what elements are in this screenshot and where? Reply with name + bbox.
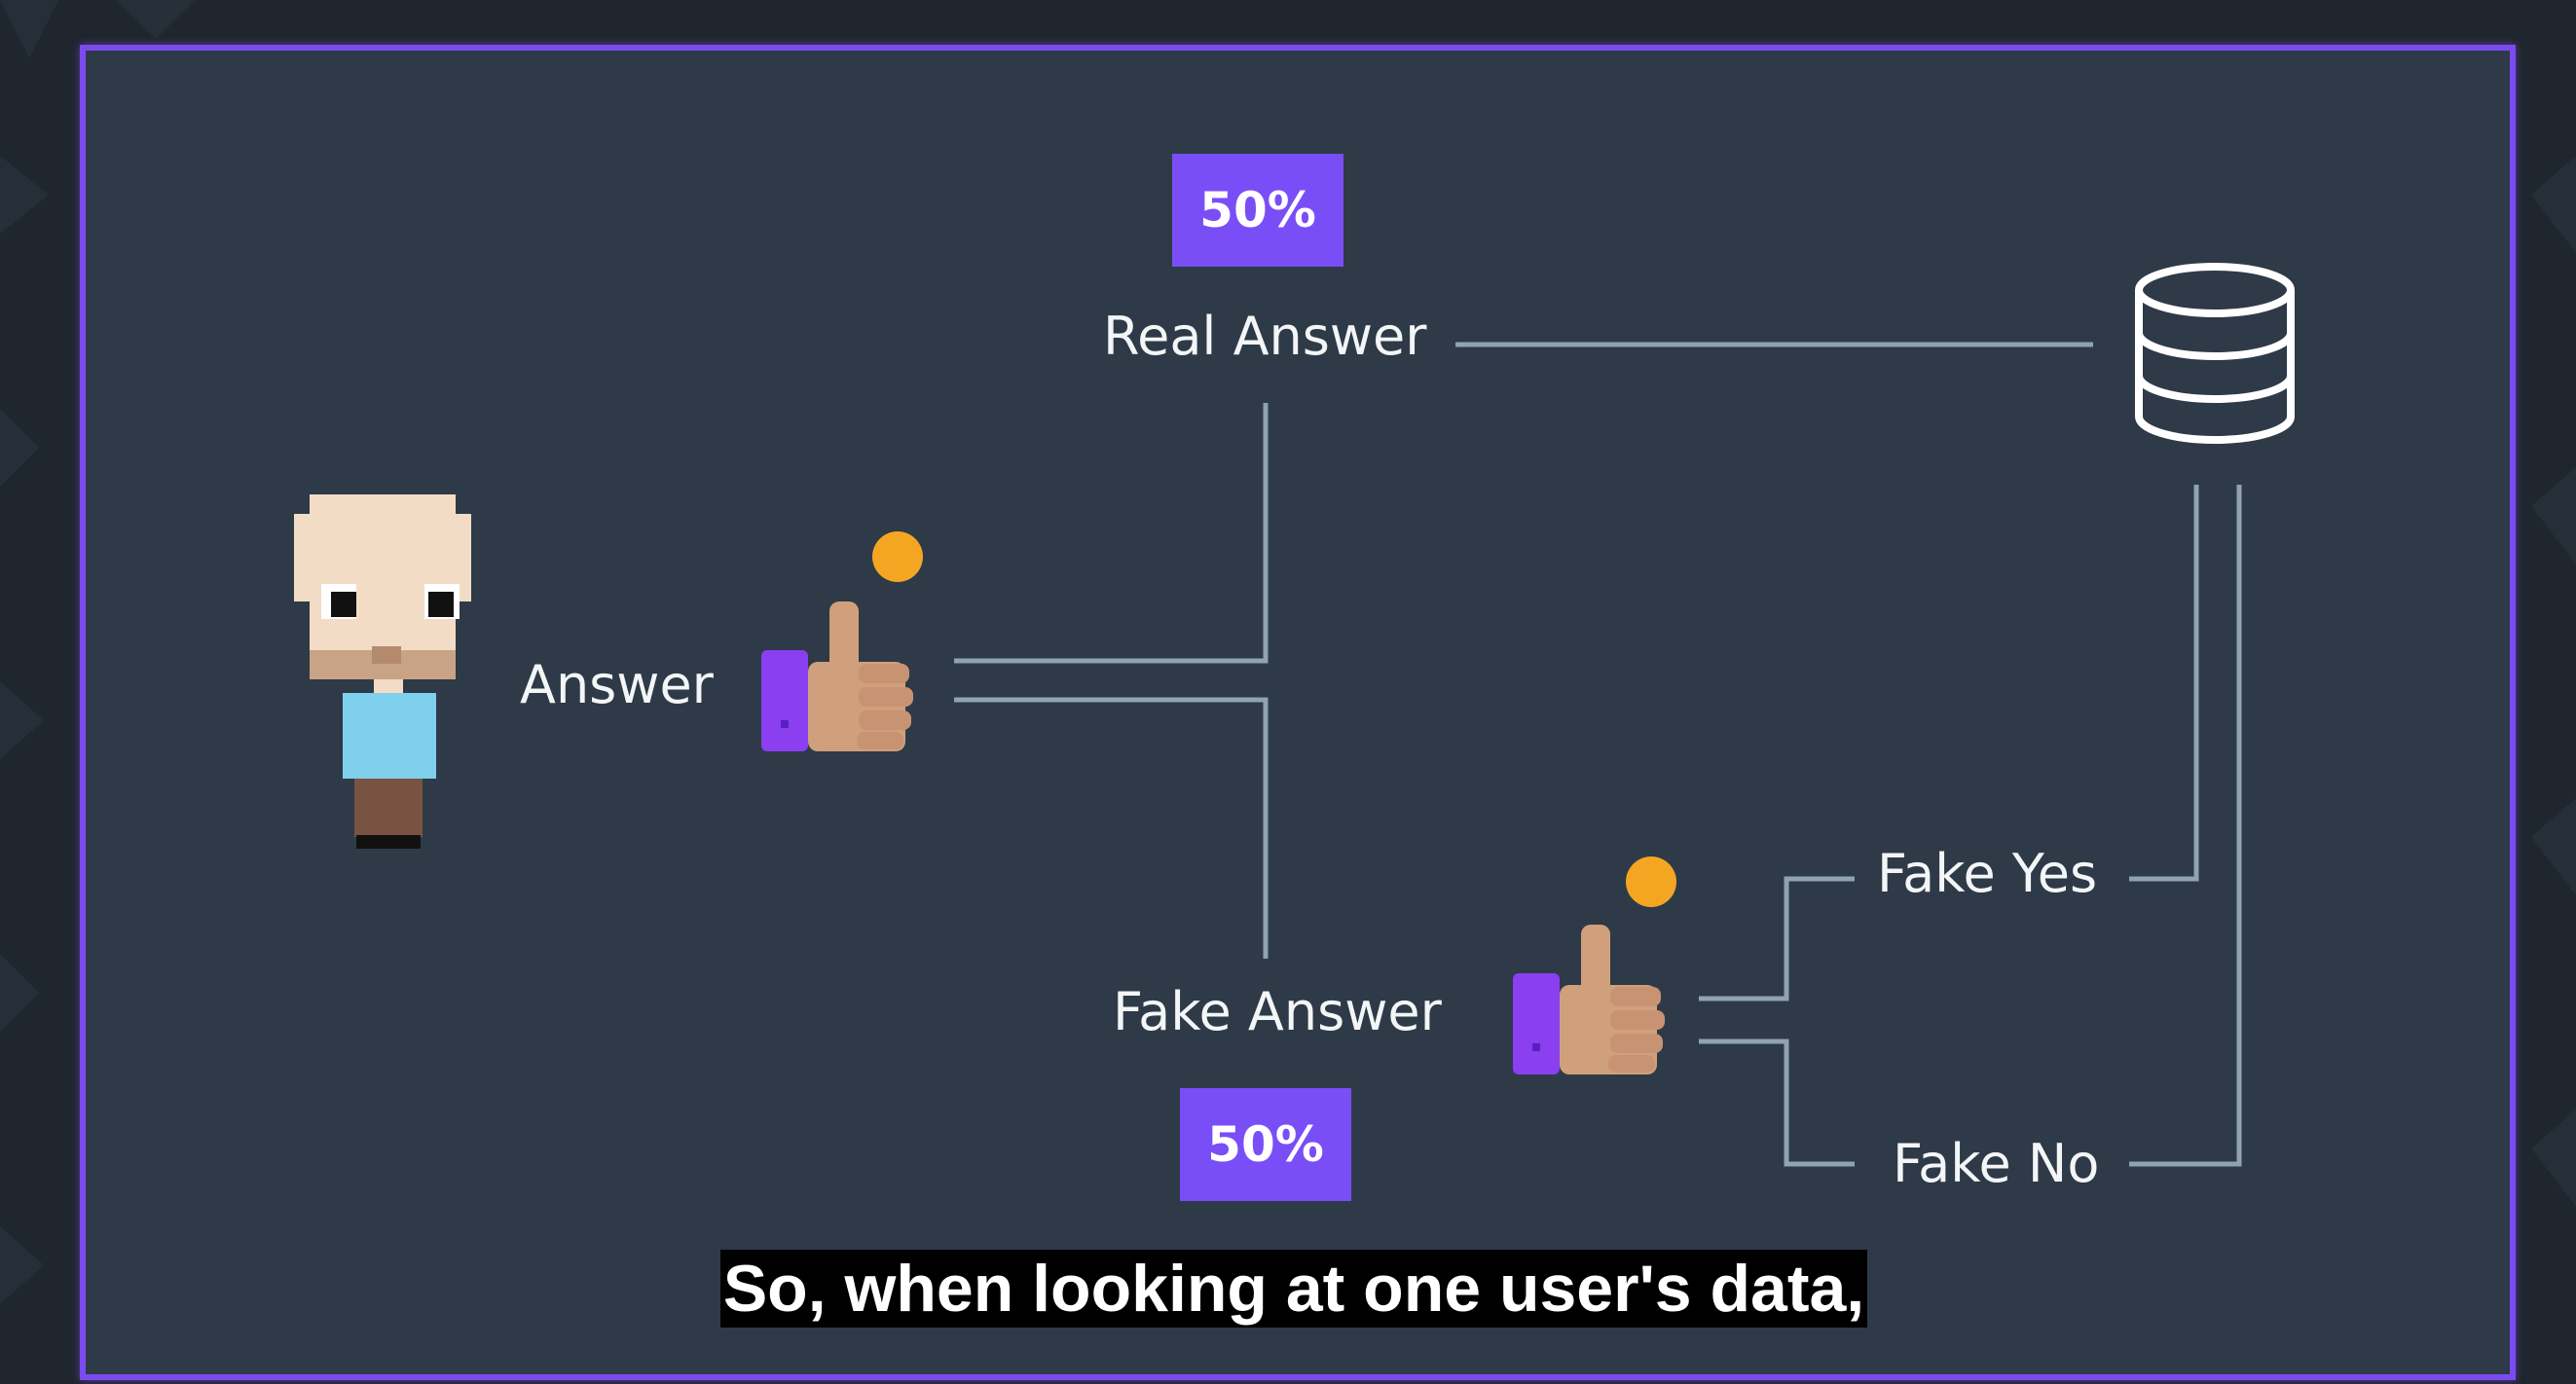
real-probability-badge: 50%: [1172, 154, 1343, 267]
fake-yes-label: Fake Yes: [1877, 843, 2098, 904]
real-answer-label: Real Answer: [1103, 306, 1427, 367]
fake-no-label: Fake No: [1893, 1133, 2100, 1194]
thumbs-up-icon: [1513, 925, 1665, 1074]
subtitle-caption: So, when looking at one user's data,: [720, 1250, 1867, 1328]
thumbs-up-icon: [761, 601, 913, 751]
coin-icon: [872, 531, 923, 582]
respondent-answer-label: Answer: [520, 654, 714, 715]
fake-answer-label: Fake Answer: [1113, 981, 1442, 1042]
database-icon: [2135, 263, 2295, 444]
pixel-person-icon: [294, 494, 471, 849]
fake-probability-badge: 50%: [1180, 1088, 1351, 1201]
coin-icon: [1626, 856, 1676, 907]
